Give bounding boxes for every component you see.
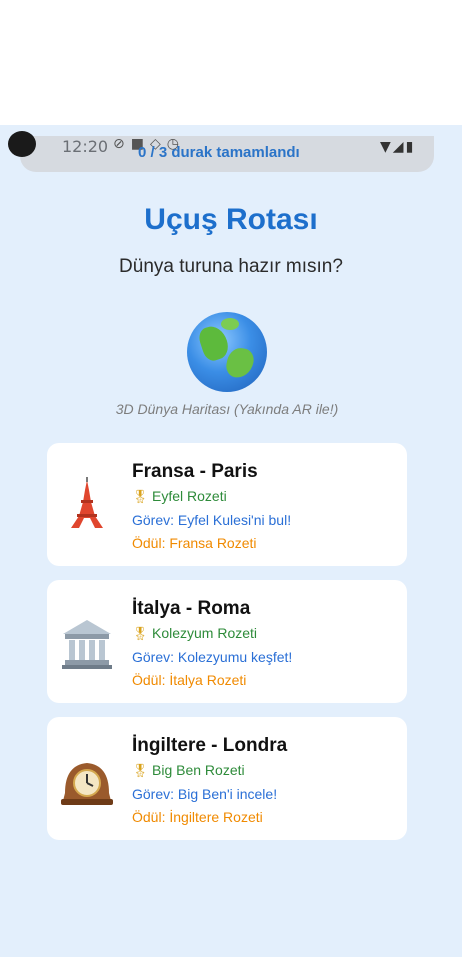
page-title: Uçuş Rotası [144, 203, 318, 236]
classical-building-icon [59, 616, 115, 672]
destination-card-roma[interactable]: İtalya - Roma 🎖 Kolezyum Rozeti Görev: Ko… [47, 580, 407, 703]
status-time: 12:20 [62, 137, 109, 156]
battery-icon: ▮ [405, 139, 416, 155]
medal-icon: 🎖 [132, 764, 149, 779]
eiffel-tower-icon [59, 476, 115, 532]
card-title: İtalya - Roma [132, 598, 251, 619]
card-title: Fransa - Paris [132, 461, 258, 482]
status-right-icons: ▼◢▮ [380, 139, 415, 155]
medal-icon: 🎖 [132, 627, 149, 642]
page-subtitle: Dünya turuna hazır mısın? [119, 256, 343, 277]
card-title: İngiltere - Londra [132, 735, 288, 756]
mantelpiece-clock-icon [59, 753, 115, 809]
card-task: Görev: Kolezyumu keşfet! [132, 649, 293, 665]
card-reward: Ödül: İtalya Rozeti [132, 672, 247, 688]
camera-cutout [8, 131, 36, 157]
destination-card-londra[interactable]: İngiltere - Londra 🎖 Big Ben Rozeti Görev… [47, 717, 407, 840]
card-badge: 🎖 Kolezyum Rozeti [132, 625, 258, 642]
card-reward: Ödül: İngiltere Rozeti [132, 809, 263, 825]
destination-card-paris[interactable]: Fransa - Paris 🎖 Eyfel Rozeti Görev: Eyfe… [47, 443, 407, 566]
alarm-icon: ⊘ [113, 136, 131, 152]
card-badge: 🎖 Eyfel Rozeti [132, 488, 227, 505]
globe-icon[interactable] [187, 312, 267, 392]
progress-text: 0 / 3 durak tamamlandı [138, 144, 300, 161]
signal-icon: ◢ [392, 139, 406, 155]
card-task: Görev: Big Ben'i incele! [132, 786, 278, 802]
wifi-icon: ▼ [380, 139, 393, 155]
card-task: Görev: Eyfel Kulesi'ni bul! [132, 512, 292, 528]
card-reward: Ödül: Fransa Rozeti [132, 535, 257, 551]
medal-icon: 🎖 [132, 490, 149, 505]
card-badge: 🎖 Big Ben Rozeti [132, 762, 245, 779]
globe-caption: 3D Dünya Haritası (Yakında AR ile!) [115, 401, 339, 417]
